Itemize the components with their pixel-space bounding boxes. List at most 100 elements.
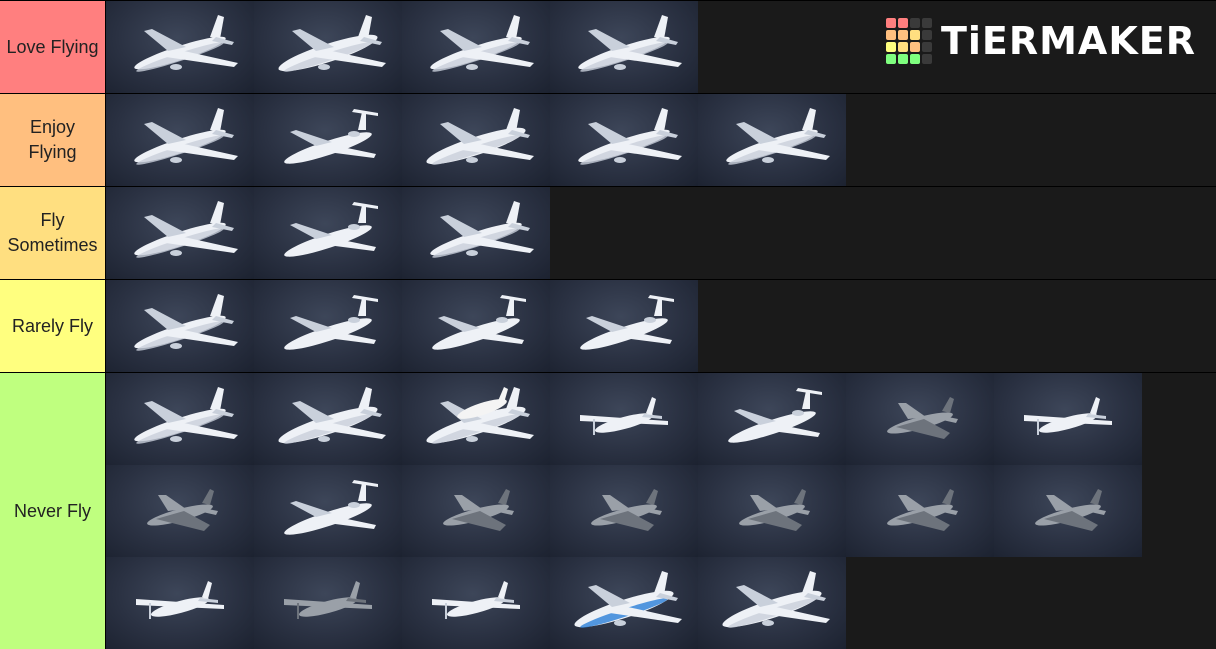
tier-board: Love Flying Enjoy Flying Fly Sometimes Rare…	[0, 0, 1216, 649]
logo-grid-icon	[885, 18, 932, 64]
logo-cell	[921, 30, 932, 40]
logo-cell	[921, 42, 932, 52]
airliner-747-icon	[278, 387, 386, 444]
aircraft-tile-shuttle-carrier[interactable]	[402, 373, 550, 465]
aircraft-tile-airliner-twin[interactable]	[106, 94, 254, 186]
tier-items	[106, 187, 1216, 279]
light-single-prop-icon	[136, 581, 224, 619]
attack-jet-icon	[1035, 489, 1106, 531]
tier-items	[106, 280, 1216, 372]
tier-label[interactable]: Fly Sometimes	[0, 187, 106, 279]
aircraft-tile-trijet[interactable]	[254, 94, 402, 186]
aircraft-tile-light-twin-prop[interactable]	[994, 373, 1142, 465]
logo-cell	[897, 18, 908, 28]
airliner-twin-icon	[134, 294, 238, 351]
trijet-icon	[284, 109, 378, 164]
delta-fighter-icon	[591, 489, 662, 531]
aircraft-tile-swept-wing-fighter[interactable]	[402, 465, 550, 557]
logo-text: TiERMAKER	[940, 19, 1196, 63]
shuttle-carrier-icon	[426, 387, 534, 444]
aircraft-tile-twin-tail-fighter[interactable]	[698, 465, 846, 557]
ww2-fighter-icon	[887, 489, 958, 531]
aircraft-tile-airliner-twin[interactable]	[402, 187, 550, 279]
tier-label[interactable]: Love Flying	[0, 1, 106, 93]
aircraft-tile-airliner-twin[interactable]	[698, 94, 846, 186]
aircraft-tile-airliner-twin[interactable]	[106, 280, 254, 372]
t-tail-jet-icon	[284, 202, 378, 257]
tiermaker-logo: TiERMAKER	[885, 18, 1196, 64]
tier-label[interactable]: Enjoy Flying	[0, 94, 106, 186]
tier-row: Rarely Fly	[0, 280, 1216, 372]
airliner-twin-icon	[134, 387, 238, 444]
logo-cell	[897, 54, 908, 64]
aircraft-tile-light-single-prop[interactable]	[550, 373, 698, 465]
turboprop-t-tail-icon	[432, 295, 526, 350]
logo-cell	[909, 42, 920, 52]
airliner-twin-icon	[430, 201, 534, 258]
aircraft-tile-vintage-monoplane[interactable]	[254, 557, 402, 649]
aircraft-tile-light-twin-prop[interactable]	[402, 557, 550, 649]
aircraft-tile-light-single-prop[interactable]	[106, 557, 254, 649]
aircraft-tile-airliner-twin[interactable]	[106, 373, 254, 465]
logo-cell	[885, 30, 896, 40]
airliner-double-deck-icon	[722, 571, 830, 628]
logo-cell	[909, 18, 920, 28]
stealth-fighter-icon	[147, 489, 218, 531]
aircraft-tile-attack-jet[interactable]	[994, 465, 1142, 557]
aircraft-tile-twin-boom-fighter[interactable]	[846, 373, 994, 465]
tier-items	[106, 94, 1216, 186]
swept-wing-fighter-icon	[443, 489, 514, 531]
aircraft-tile-military-transport[interactable]	[254, 465, 402, 557]
logo-cell	[885, 54, 896, 64]
airliner-twin-icon	[430, 15, 534, 72]
aircraft-tile-airliner-747[interactable]	[254, 373, 402, 465]
airliner-twin-icon	[726, 108, 830, 165]
airliner-twin-icon	[578, 108, 682, 165]
military-transport-icon	[284, 480, 378, 535]
twin-boom-fighter-icon	[887, 397, 958, 439]
airliner-747-blue-icon	[574, 571, 682, 628]
aircraft-tile-turboprop-t-tail[interactable]	[402, 280, 550, 372]
aircraft-tile-airliner-twin[interactable]	[550, 94, 698, 186]
aircraft-tile-t-tail-jet[interactable]	[254, 187, 402, 279]
aircraft-tile-stealth-fighter[interactable]	[106, 465, 254, 557]
airliner-747-icon	[278, 15, 386, 72]
logo-cell	[921, 18, 932, 28]
tier-row: Fly Sometimes	[0, 187, 1216, 279]
aircraft-tile-airliner-747-blue[interactable]	[550, 557, 698, 649]
logo-cell	[921, 54, 932, 64]
tier-row: Enjoy Flying	[0, 94, 1216, 186]
light-twin-prop-icon	[432, 581, 520, 619]
airliner-twin-icon	[134, 201, 238, 258]
tier-label[interactable]: Never Fly	[0, 373, 106, 649]
light-twin-prop-icon	[1024, 397, 1112, 435]
aircraft-tile-airliner-twin[interactable]	[402, 1, 550, 93]
light-single-prop-icon	[580, 397, 668, 435]
tier-items	[106, 373, 1216, 649]
logo-cell	[909, 30, 920, 40]
aircraft-tile-airliner-twin[interactable]	[106, 1, 254, 93]
aircraft-tile-delta-fighter[interactable]	[550, 465, 698, 557]
aircraft-tile-airliner-twin[interactable]	[550, 1, 698, 93]
aircraft-tile-t-tail-jet[interactable]	[254, 280, 402, 372]
logo-cell	[897, 42, 908, 52]
aircraft-tile-ww2-fighter[interactable]	[846, 465, 994, 557]
aircraft-tile-airliner-double-deck[interactable]	[698, 557, 846, 649]
aircraft-tile-business-jet[interactable]	[698, 373, 846, 465]
tier-label[interactable]: Rarely Fly	[0, 280, 106, 372]
vintage-monoplane-icon	[284, 581, 372, 619]
business-jet-icon	[728, 388, 822, 443]
aircraft-tile-airliner-twin[interactable]	[106, 187, 254, 279]
airliner-twin-icon	[578, 15, 682, 72]
tier-row: Never Fly	[0, 373, 1216, 649]
trijet-wide-icon	[426, 108, 534, 165]
cargo-t-tail-icon	[580, 295, 674, 350]
logo-cell	[909, 54, 920, 64]
t-tail-jet-icon	[284, 295, 378, 350]
airliner-twin-icon	[134, 15, 238, 72]
aircraft-tile-airliner-747[interactable]	[254, 1, 402, 93]
twin-tail-fighter-icon	[739, 489, 810, 531]
logo-cell	[897, 30, 908, 40]
aircraft-tile-cargo-t-tail[interactable]	[550, 280, 698, 372]
aircraft-tile-trijet-wide[interactable]	[402, 94, 550, 186]
